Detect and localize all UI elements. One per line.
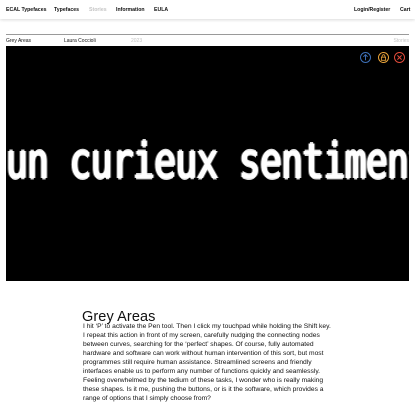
- nav-typefaces-link[interactable]: Typefaces: [54, 7, 79, 13]
- hero-lock-button[interactable]: [378, 52, 389, 63]
- meta-title: Grey Areas: [6, 38, 32, 44]
- arrow-up-icon: [363, 54, 368, 61]
- nav-information-link[interactable]: Information: [116, 7, 145, 13]
- top-navigation-bar: ECAL Typefaces Typefaces Stories Informa…: [0, 0, 415, 19]
- nav-login-link[interactable]: Login/Register: [354, 7, 390, 13]
- meta-author: Laura Coccioli: [64, 38, 96, 44]
- nav-eula-link[interactable]: EULA: [154, 7, 168, 13]
- lock-icon: [380, 54, 387, 61]
- story-meta-row: Grey Areas Laura Coccioli 2023 Stories: [6, 34, 409, 45]
- close-icon: [397, 55, 402, 60]
- meta-category[interactable]: Stories: [393, 38, 409, 44]
- hero-typeface-specimen: un curieux sentiment: [6, 134, 409, 191]
- hero-close-button[interactable]: [394, 52, 405, 63]
- meta-year: 2023: [131, 38, 143, 44]
- article-body: I hit ‘P’ to activate the Pen tool. Then…: [83, 323, 331, 403]
- nav-cart-link[interactable]: Cart: [400, 7, 410, 13]
- nav-brand-link[interactable]: ECAL Typefaces: [6, 7, 46, 13]
- hero-arrow-up-button[interactable]: [360, 52, 371, 63]
- hero-image: un curieux sentiment: [6, 46, 409, 281]
- nav-stories-link[interactable]: Stories: [89, 7, 107, 13]
